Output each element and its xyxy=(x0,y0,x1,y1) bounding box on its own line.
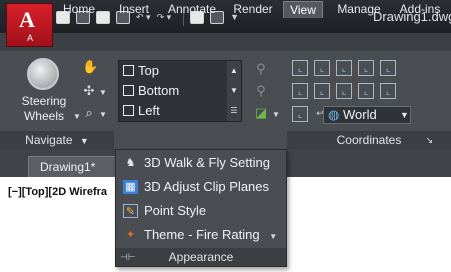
menu-item-walk-fly-settings[interactable]: ♞ 3D Walk & Fly Setting xyxy=(116,151,286,175)
zoom-dropdown-icon[interactable]: ▼ xyxy=(96,108,110,122)
view-manager-icon: ⚲ xyxy=(256,61,266,76)
tab-add-ins[interactable]: Add-ins xyxy=(392,1,448,18)
pin-icon[interactable]: ⊣⊢ xyxy=(120,248,136,266)
views-panel-dropdown: ♞ 3D Walk & Fly Setting ▦ 3D Adjust Clip… xyxy=(115,149,287,267)
ucs-object-icon[interactable]: ⌞ xyxy=(380,60,396,76)
zoom-icon[interactable]: ⌕ xyxy=(82,106,96,120)
expand-gallery-icon[interactable]: ☰ xyxy=(228,105,240,117)
scroll-up-icon[interactable]: ▲ xyxy=(228,65,240,77)
ucs-world-icon[interactable]: ⌞ xyxy=(292,106,308,122)
coordinates-label-text: Coordinates xyxy=(336,133,402,147)
document-tab-drawing1[interactable]: Drawing1* xyxy=(28,156,120,177)
navigate-panel-label[interactable]: Navigate ▼ xyxy=(0,131,114,149)
steering-wheels-label-2[interactable]: Wheels xyxy=(19,109,69,123)
navigate-expand-icon: ▼ xyxy=(79,136,89,146)
ucs-y-icon[interactable]: ⌞ xyxy=(314,83,330,99)
visual-style-icon[interactable]: ◪ xyxy=(254,106,268,120)
tab-insert[interactable]: Insert xyxy=(109,1,159,18)
ucs-select-value: World xyxy=(342,107,377,122)
view-item-left[interactable]: Left xyxy=(123,102,160,120)
menu-item-label: Point Style xyxy=(144,203,207,218)
theme-icon: ✦ xyxy=(125,229,136,241)
app-logo-sub: A xyxy=(27,33,34,43)
orbit-dropdown-icon[interactable]: ▼ xyxy=(96,86,110,100)
view-cube-icon xyxy=(123,65,134,76)
view-item-bottom[interactable]: Bottom xyxy=(123,82,179,100)
view-item-label: Top xyxy=(138,63,159,78)
ucs-icon[interactable]: ⌞ xyxy=(292,60,308,76)
ucs-origin-icon[interactable]: ⌞ xyxy=(314,60,330,76)
tab-manage[interactable]: Manage xyxy=(330,1,388,18)
menu-item-adjust-clip-planes[interactable]: ▦ 3D Adjust Clip Planes xyxy=(116,175,286,199)
steering-wheels-label-1[interactable]: Steering xyxy=(19,94,69,108)
application-menu-button[interactable]: A A xyxy=(6,3,53,47)
app-logo: A xyxy=(19,7,35,32)
views-scrollbar[interactable]: ▲ ▼ ☰ xyxy=(227,61,241,121)
appearance-label-text: Appearance xyxy=(168,250,234,264)
view-item-label: Bottom xyxy=(138,83,180,98)
menu-item-point-style[interactable]: ✎ Point Style xyxy=(116,199,286,223)
tab-annotate[interactable]: Annotate xyxy=(161,1,223,18)
steering-wheel-icon[interactable] xyxy=(27,58,59,90)
menu-item-label: 3D Walk & Fly Setting xyxy=(144,155,270,170)
visual-style-dropdown-icon[interactable]: ▼ xyxy=(269,108,283,122)
view-cube-icon xyxy=(123,85,134,96)
pan-icon[interactable]: ✋ xyxy=(82,60,98,74)
point-style-icon: ✎ xyxy=(123,204,138,218)
view-cube-icon xyxy=(123,105,134,116)
ucs-select-dropdown-icon[interactable]: ▼ xyxy=(398,106,411,124)
ucs-view-icon[interactable]: ⌞ xyxy=(336,60,352,76)
ribbon-tab-bar xyxy=(0,33,451,51)
view-zoom-icon: ⚲ xyxy=(256,83,266,98)
tab-home[interactable]: Home xyxy=(56,1,102,18)
ucs-3point-icon[interactable]: ⌞ xyxy=(358,83,374,99)
scroll-down-icon[interactable]: ▼ xyxy=(228,85,240,97)
view-item-label: Left xyxy=(138,103,160,118)
view-item-top[interactable]: Top xyxy=(123,62,159,80)
viewport-controls[interactable]: [−][Top][2D Wirefra xyxy=(8,186,107,198)
menu-item-theme[interactable]: ✦ Theme - Fire Rating ▼ xyxy=(116,223,286,247)
globe-icon: ◍ xyxy=(328,107,340,122)
clip-planes-icon: ▦ xyxy=(123,180,138,194)
submenu-arrow-icon: ▼ xyxy=(269,232,278,241)
named-views-list[interactable]: Top Bottom Left xyxy=(118,60,242,122)
dialog-launcher-icon[interactable]: ↘ xyxy=(425,131,433,149)
ucs-zaxis-icon[interactable]: ⌞ xyxy=(380,83,396,99)
walk-icon: ♞ xyxy=(125,157,136,169)
ucs-x-icon[interactable]: ⌞ xyxy=(292,83,308,99)
orbit-icon[interactable]: ✣ xyxy=(82,84,96,98)
tab-view[interactable]: View xyxy=(283,1,323,18)
menu-item-label: Theme - Fire Rating xyxy=(144,227,260,242)
navigate-label-text: Navigate xyxy=(25,133,73,147)
ucs-face-icon[interactable]: ⌞ xyxy=(358,60,374,76)
menu-item-label: 3D Adjust Clip Planes xyxy=(144,179,270,194)
appearance-panel-label: ⊣⊢ Appearance xyxy=(116,248,286,266)
coordinates-panel-label[interactable]: Coordinates ↘ xyxy=(287,131,451,149)
ucs-z-icon[interactable]: ⌞ xyxy=(336,83,352,99)
tab-render[interactable]: Render xyxy=(227,1,279,18)
